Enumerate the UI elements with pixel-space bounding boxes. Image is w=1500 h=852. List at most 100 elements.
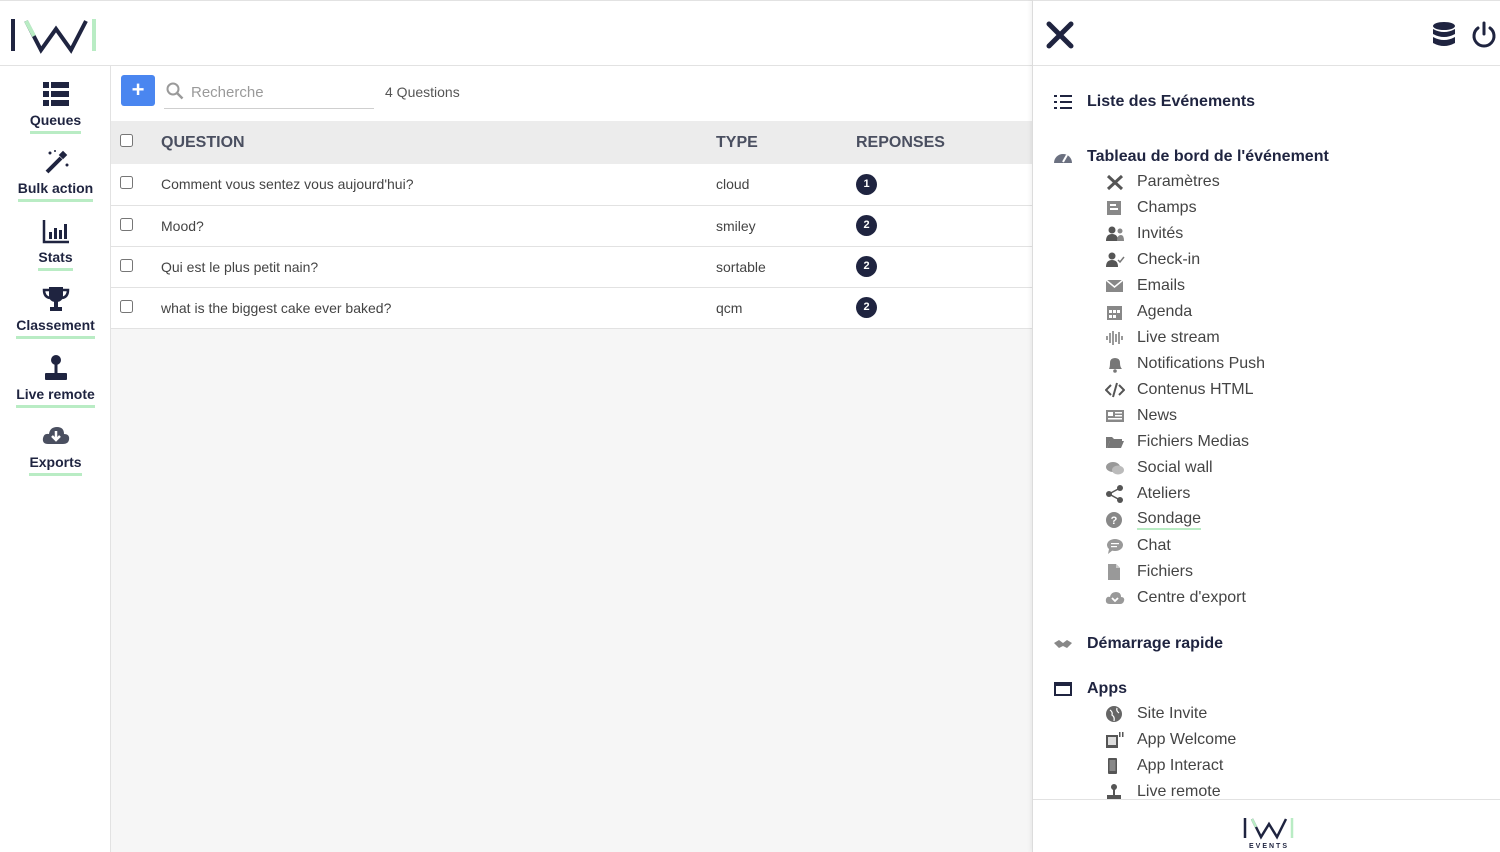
close-icon[interactable] <box>1045 20 1075 50</box>
menu-item-invites[interactable]: Invités <box>1105 222 1183 246</box>
cloud-download-icon <box>1105 592 1125 604</box>
menu-quickstart-label: Démarrage rapide <box>1087 635 1224 652</box>
nav-label-classement: Classement <box>16 317 95 339</box>
menu-item-agenda[interactable]: Agenda <box>1105 300 1192 324</box>
menu-item-news[interactable]: News <box>1105 404 1177 428</box>
menu-item-site-invite[interactable]: Site Invite <box>1105 702 1207 726</box>
table-row[interactable]: Mood? smiley 2 <box>111 205 1032 246</box>
menu-dashboard[interactable]: Tableau de bord de l'événement <box>1053 148 1329 166</box>
nav-label-exports: Exports <box>29 454 82 476</box>
menu-item-label: Check-in <box>1137 251 1201 268</box>
envelope-icon <box>1105 279 1124 292</box>
row-checkbox[interactable] <box>120 176 133 190</box>
nav-item-classement[interactable]: Classement <box>0 285 111 339</box>
question-text: Comment vous sentez vous aujourd'hui? <box>161 176 414 193</box>
ivi-events-logo: EVENTS <box>1243 818 1294 850</box>
nav-label-stats: Stats <box>38 249 73 271</box>
menu-item-fichiers[interactable]: Fichiers <box>1105 560 1193 584</box>
menu-item-label: Contenus HTML <box>1137 381 1254 398</box>
menu-item-label: Invités <box>1137 225 1184 242</box>
responses-badge[interactable]: 1 <box>856 173 877 195</box>
menu-quickstart[interactable]: Démarrage rapide <box>1053 635 1223 653</box>
menu-item-label: Ateliers <box>1137 485 1191 502</box>
menu-item-emails[interactable]: Emails <box>1105 274 1185 298</box>
table-row[interactable]: what is the biggest cake ever baked? qcm… <box>111 287 1032 328</box>
select-all-checkbox[interactable] <box>120 133 133 147</box>
nav-item-stats[interactable]: Stats <box>0 217 111 271</box>
row-select-cell <box>111 287 161 328</box>
magic-wand-icon <box>45 150 68 174</box>
nav-item-exports[interactable]: Exports <box>0 422 111 476</box>
power-icon[interactable] <box>1470 21 1498 49</box>
file-icon <box>1108 564 1120 580</box>
menu-item-sondage[interactable]: ? Sondage <box>1105 508 1202 532</box>
column-header-responses[interactable]: REPONSES <box>856 121 1032 164</box>
menu-apps-label: Apps <box>1087 680 1127 697</box>
menu-item-label: Paramètres <box>1137 173 1220 190</box>
menu-item-label: Live remote <box>1137 783 1221 799</box>
column-header-question[interactable]: QUESTION <box>161 121 716 164</box>
table-header-row: QUESTION TYPE REPONSES <box>111 121 1032 164</box>
menu-item-label: Live stream <box>1137 329 1220 346</box>
row-checkbox[interactable] <box>120 299 133 313</box>
menu-item-label: Agenda <box>1137 303 1193 320</box>
joystick-icon <box>44 355 67 380</box>
menu-item-notifications-push[interactable]: Notifications Push <box>1105 352 1265 376</box>
row-checkbox[interactable] <box>120 258 133 272</box>
row-select-cell <box>111 164 161 205</box>
nav-item-queues[interactable]: Queues <box>0 80 111 134</box>
menu-item-parametres[interactable]: Paramètres <box>1105 170 1220 194</box>
nav-item-live-remote[interactable]: Live remote <box>0 354 111 408</box>
row-checkbox[interactable] <box>120 217 133 231</box>
menu-item-check-in[interactable]: Check-in <box>1105 248 1200 272</box>
menu-events-list[interactable]: Liste des Evénements <box>1053 93 1255 111</box>
menu-item-live-remote[interactable]: Live remote <box>1105 780 1221 799</box>
users-icon <box>1106 226 1124 241</box>
calendar-icon <box>1107 306 1122 320</box>
side-panel-header <box>1033 0 1500 66</box>
menu-item-app-welcome[interactable]: App Welcome <box>1105 728 1236 752</box>
trophy-icon <box>42 287 69 311</box>
side-panel-footer: EVENTS <box>1033 799 1500 852</box>
responses-badge[interactable]: 2 <box>856 215 877 236</box>
newspaper-icon <box>1106 410 1124 422</box>
waveform-icon <box>1106 331 1123 345</box>
menu-item-label: Centre d'export <box>1137 589 1246 606</box>
add-question-button[interactable]: + <box>121 75 155 106</box>
menu-item-app-interact[interactable]: App Interact <box>1105 754 1223 778</box>
search-icon <box>166 82 184 100</box>
menu-item-label: Champs <box>1137 199 1197 216</box>
menu-item-fichiers-medias[interactable]: Fichiers Medias <box>1105 430 1249 454</box>
question-type: qcm <box>716 299 743 316</box>
question-circle-icon: ? <box>1106 512 1122 528</box>
row-select-cell <box>111 246 161 287</box>
ivi-logo[interactable] <box>10 17 100 55</box>
menu-item-label: App Interact <box>1137 757 1224 774</box>
menu-item-centre-export[interactable]: Centre d'export <box>1105 586 1246 610</box>
menu-item-label: App Welcome <box>1137 731 1237 748</box>
menu-item-label: Notifications Push <box>1137 355 1266 372</box>
menu-item-champs[interactable]: Champs <box>1105 196 1197 220</box>
menu-item-social-wall[interactable]: Social wall <box>1105 456 1213 480</box>
menu-events-list-label: Liste des Evénements <box>1087 93 1256 110</box>
menu-apps[interactable]: Apps <box>1053 680 1127 698</box>
responses-badge[interactable]: 2 <box>856 256 877 277</box>
cloud-download-icon <box>42 427 69 444</box>
search-input[interactable] <box>191 81 371 103</box>
menu-item-ateliers[interactable]: Ateliers <box>1105 482 1190 506</box>
menu-item-live-stream[interactable]: Live stream <box>1105 326 1220 350</box>
joystick-icon <box>1107 784 1121 799</box>
database-icon[interactable] <box>1431 21 1457 49</box>
nav-item-bulk-action[interactable]: Bulk action <box>0 148 111 202</box>
table-row[interactable]: Qui est le plus petit nain? sortable 2 <box>111 246 1032 287</box>
responses-badge[interactable]: 2 <box>856 297 877 318</box>
menu-item-label: Chat <box>1137 537 1171 554</box>
tablet-icon <box>1106 732 1124 748</box>
side-menu: Liste des Evénements Tableau de bord de … <box>1033 66 1500 799</box>
menu-item-contenus-html[interactable]: Contenus HTML <box>1105 378 1254 402</box>
responses-cell: 2 <box>856 205 1032 246</box>
column-header-type[interactable]: TYPE <box>716 121 856 164</box>
table-row[interactable]: Comment vous sentez vous aujourd'hui? cl… <box>111 164 1032 205</box>
folder-open-icon <box>1106 437 1124 448</box>
menu-item-chat[interactable]: Chat <box>1105 534 1171 558</box>
